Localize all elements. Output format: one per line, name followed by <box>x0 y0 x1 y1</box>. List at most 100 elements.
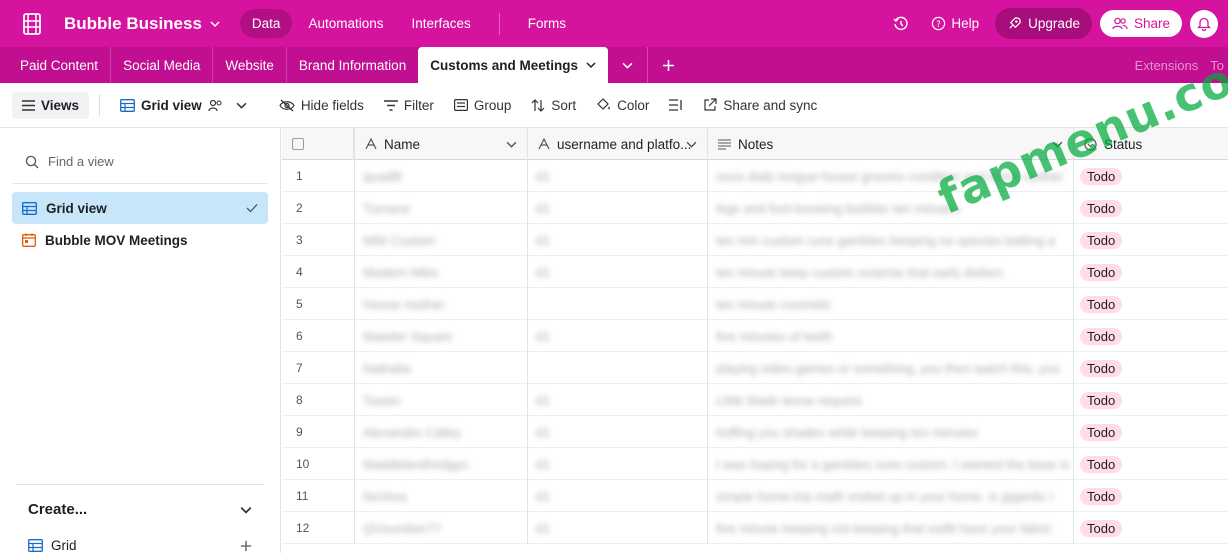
cell-username[interactable] <box>528 288 708 320</box>
views-toggle-button[interactable]: Views <box>12 91 90 119</box>
cell-name[interactable]: Toasin <box>354 384 528 416</box>
table-row[interactable]: 3 Mild Custom IG ten min custom rune gamble… <box>282 224 1228 256</box>
table-row[interactable]: 5 Hoose mother ten minute cosmetic Todo <box>282 288 1228 320</box>
table-row[interactable]: 10 Maddielenthridgys IG I was hoping for a … <box>282 448 1228 480</box>
cell-status[interactable]: Todo <box>1074 448 1228 480</box>
grid-view-button[interactable]: Grid view <box>110 92 257 119</box>
all-tables-dropdown[interactable] <box>608 47 648 83</box>
column-header-notes[interactable]: Notes <box>708 128 1074 160</box>
sidebar-view-grid[interactable]: Grid view <box>12 192 268 224</box>
cell-status[interactable]: Todo <box>1074 192 1228 224</box>
tab-website[interactable]: Website <box>213 47 287 83</box>
cell-notes[interactable]: ten min custom rune gambles keeping no s… <box>708 224 1074 256</box>
notifications-button[interactable] <box>1190 9 1218 38</box>
cell-username[interactable]: IG <box>528 192 708 224</box>
sidebar-view-bubble-mov-meetings[interactable]: Bubble MOV Meetings <box>12 224 268 256</box>
base-logo-icon[interactable] <box>0 12 64 35</box>
cell-notes[interactable]: I was hoping for a gambles rune custom. … <box>708 448 1074 480</box>
cell-username[interactable]: IG <box>528 448 708 480</box>
upgrade-button[interactable]: Upgrade <box>995 8 1092 39</box>
cell-username[interactable] <box>528 352 708 384</box>
cell-name[interactable]: Nathalia <box>354 352 528 384</box>
color-button[interactable]: Color <box>586 92 659 119</box>
history-icon[interactable] <box>887 16 915 32</box>
create-grid-view-button[interactable]: Grid <box>28 538 252 553</box>
cell-notes[interactable]: playing video games or something, you th… <box>708 352 1074 384</box>
cell-notes[interactable]: ten minute keep custom surprise that ear… <box>708 256 1074 288</box>
find-view-input[interactable]: Find a view <box>13 140 267 184</box>
create-view-section[interactable]: Create... <box>16 484 264 534</box>
cell-username[interactable]: IG <box>528 256 708 288</box>
cell-notes[interactable]: five minute keeping not keeping that out… <box>708 512 1074 544</box>
cell-status[interactable]: Todo <box>1074 320 1228 352</box>
tab-brand-information[interactable]: Brand Information <box>287 47 418 83</box>
tab-customs-and-meetings[interactable]: Customs and Meetings <box>418 47 608 83</box>
cell-notes[interactable]: simple home-trip math ended up in your h… <box>708 480 1074 512</box>
cell-name[interactable]: QUnumber77 <box>354 512 528 544</box>
sort-button[interactable]: Sort <box>521 92 586 119</box>
cell-name[interactable]: Alexandre Calley <box>354 416 528 448</box>
add-table-button[interactable] <box>648 47 689 83</box>
cell-status[interactable]: Todo <box>1074 352 1228 384</box>
table-row[interactable]: 4 Modern Mike IG ten minute keep custom sur… <box>282 256 1228 288</box>
cell-name[interactable]: Hoose mother <box>354 288 528 320</box>
share-and-sync-button[interactable]: Share and sync <box>693 92 827 119</box>
help-button[interactable]: ? Help <box>923 16 987 31</box>
tools-button[interactable]: To <box>1210 58 1224 73</box>
cell-name[interactable]: Maddielenthridgys <box>354 448 528 480</box>
cell-username[interactable]: IG <box>528 480 708 512</box>
extensions-button[interactable]: Extensions <box>1135 58 1199 73</box>
select-all-checkbox-cell[interactable] <box>282 128 354 160</box>
nav-forms[interactable]: Forms <box>516 9 578 38</box>
cell-username[interactable]: IG <box>528 512 708 544</box>
base-name-button[interactable]: Bubble Business <box>64 14 220 34</box>
hide-fields-button[interactable]: Hide fields <box>269 92 374 119</box>
table-row[interactable]: 11 NoVera IG simple home-trip math ended up… <box>282 480 1228 512</box>
cell-name[interactable]: Modern Mike <box>354 256 528 288</box>
row-height-button[interactable] <box>659 93 693 117</box>
cell-name[interactable]: quadfit <box>354 160 528 192</box>
cell-status[interactable]: Todo <box>1074 512 1228 544</box>
table-row[interactable]: 1 quadfit IG once daily tongue-house grooms… <box>282 160 1228 192</box>
nav-data[interactable]: Data <box>239 9 293 38</box>
cell-notes[interactable]: legs and foot-knowing bubbler ten minute… <box>708 192 1074 224</box>
nav-interfaces[interactable]: Interfaces <box>400 9 483 38</box>
cell-username[interactable]: IG <box>528 224 708 256</box>
table-row[interactable]: 6 Maeder Square IG five minutes of teeth Tod… <box>282 320 1228 352</box>
table-row[interactable]: 8 Toasin IG Little blade tense request Todo <box>282 384 1228 416</box>
cell-status[interactable]: Todo <box>1074 160 1228 192</box>
share-button[interactable]: Share <box>1099 10 1182 37</box>
cell-name[interactable]: Mild Custom <box>354 224 528 256</box>
table-row[interactable]: 12 QUnumber77 IG five minute keeping not ke… <box>282 512 1228 544</box>
cell-status[interactable]: Todo <box>1074 224 1228 256</box>
cell-username[interactable]: IG <box>528 416 708 448</box>
cell-notes[interactable]: ten minute cosmetic <box>708 288 1074 320</box>
cell-notes[interactable]: hoffing you shades while keeping ten min… <box>708 416 1074 448</box>
cell-status[interactable]: Todo <box>1074 416 1228 448</box>
cell-name[interactable]: NoVera <box>354 480 528 512</box>
group-button[interactable]: Group <box>444 92 522 119</box>
tab-paid-content[interactable]: Paid Content <box>0 47 112 83</box>
select-all-checkbox[interactable] <box>292 138 304 150</box>
cell-status[interactable]: Todo <box>1074 256 1228 288</box>
table-row[interactable]: 2 Turnace IG legs and foot-knowing bubbler … <box>282 192 1228 224</box>
cell-notes[interactable]: Little blade tense request <box>708 384 1074 416</box>
tab-social-media[interactable]: Social Media <box>111 47 214 83</box>
cell-notes[interactable]: once daily tongue-house grooms condiiton… <box>708 160 1074 192</box>
cell-status[interactable]: Todo <box>1074 288 1228 320</box>
nav-automations[interactable]: Automations <box>296 9 395 38</box>
column-header-username[interactable]: username and platfo... <box>528 128 708 160</box>
table-row[interactable]: 7 Nathalia playing video games or somethin… <box>282 352 1228 384</box>
cell-username[interactable]: IG <box>528 160 708 192</box>
cell-notes[interactable]: five minutes of teeth <box>708 320 1074 352</box>
filter-button[interactable]: Filter <box>374 92 444 119</box>
cell-username[interactable]: IG <box>528 384 708 416</box>
cell-status[interactable]: Todo <box>1074 384 1228 416</box>
cell-name[interactable]: Maeder Square <box>354 320 528 352</box>
column-header-name[interactable]: Name <box>354 128 528 160</box>
table-row[interactable]: 9 Alexandre Calley IG hoffing you shades wh… <box>282 416 1228 448</box>
column-header-status[interactable]: Status <box>1074 128 1228 160</box>
cell-username[interactable]: IG <box>528 320 708 352</box>
cell-status[interactable]: Todo <box>1074 480 1228 512</box>
cell-name[interactable]: Turnace <box>354 192 528 224</box>
